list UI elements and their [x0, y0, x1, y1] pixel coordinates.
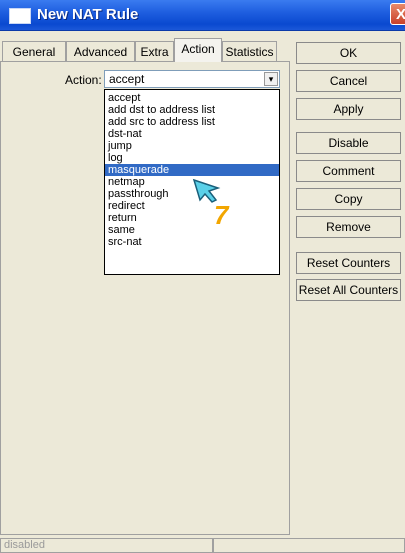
status-cell-empty	[213, 538, 405, 553]
tab-general[interactable]: General	[2, 41, 66, 61]
action-panel: Action: accept ▾ accept add dst to addre…	[0, 61, 290, 535]
tab-action[interactable]: Action	[174, 38, 222, 62]
tab-statistics[interactable]: Statistics	[222, 41, 277, 61]
title-bar: New NAT Rule X	[0, 0, 405, 31]
comment-button[interactable]: Comment	[296, 160, 401, 182]
copy-button[interactable]: Copy	[296, 188, 401, 210]
remove-button[interactable]: Remove	[296, 216, 401, 238]
tab-extra[interactable]: Extra	[135, 41, 174, 61]
reset-all-counters-button[interactable]: Reset All Counters	[296, 279, 401, 301]
status-bar: disabled	[0, 538, 405, 553]
tab-strip: General Advanced Extra Action Statistics	[0, 38, 290, 62]
action-select[interactable]: accept ▾	[104, 70, 280, 88]
action-label: Action:	[65, 73, 102, 87]
option-add-dst-to-address-list[interactable]: add dst to address list	[105, 104, 279, 116]
tab-advanced[interactable]: Advanced	[66, 41, 135, 61]
close-button[interactable]: X	[390, 3, 405, 25]
option-src-nat[interactable]: src-nat	[105, 236, 279, 248]
apply-button[interactable]: Apply	[296, 98, 401, 120]
option-return[interactable]: return	[105, 212, 279, 224]
reset-counters-button[interactable]: Reset Counters	[296, 252, 401, 274]
ok-button[interactable]: OK	[296, 42, 401, 64]
status-state: disabled	[0, 538, 213, 553]
step-number-label: 7	[214, 200, 229, 230]
cancel-button[interactable]: Cancel	[296, 70, 401, 92]
window-title: New NAT Rule	[37, 6, 139, 23]
action-select-value: accept	[109, 72, 145, 86]
option-add-src-to-address-list[interactable]: add src to address list	[105, 116, 279, 128]
option-accept[interactable]: accept	[105, 92, 279, 104]
option-log[interactable]: log	[105, 152, 279, 164]
disable-button[interactable]: Disable	[296, 132, 401, 154]
option-masquerade[interactable]: masquerade	[105, 164, 279, 176]
window-icon	[9, 8, 31, 24]
option-jump[interactable]: jump	[105, 140, 279, 152]
option-dst-nat[interactable]: dst-nat	[105, 128, 279, 140]
option-same[interactable]: same	[105, 224, 279, 236]
chevron-down-icon[interactable]: ▾	[264, 72, 278, 86]
